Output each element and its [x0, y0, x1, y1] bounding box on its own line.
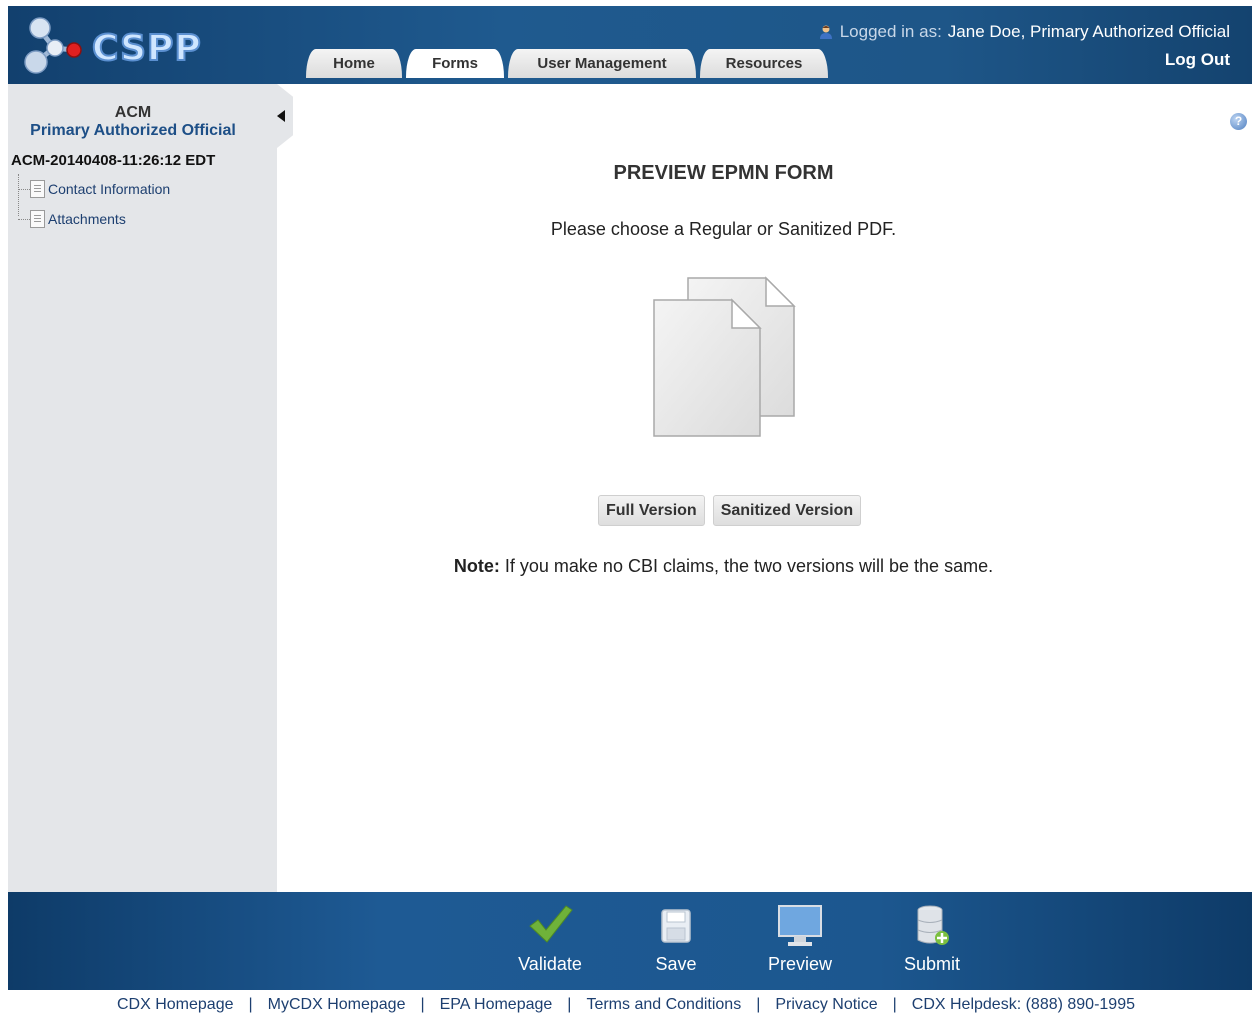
collapse-left-icon[interactable] — [277, 110, 285, 122]
save-label: Save — [655, 954, 697, 974]
tab-resources[interactable]: Resources — [700, 49, 828, 78]
user-name: Jane Doe, Primary Authorized Official — [947, 22, 1230, 41]
footer-separator: | — [567, 996, 572, 1013]
instructions-text: Please choose a Regular or Sanitized PDF… — [550, 219, 897, 239]
submit-button[interactable]: Submit — [887, 900, 977, 975]
footer-link-epa-homepage[interactable]: EPA Homepage — [440, 996, 553, 1013]
footer-link-terms[interactable]: Terms and Conditions — [586, 996, 741, 1013]
sidebar-item-attachments[interactable]: Attachments — [16, 204, 170, 234]
note-text: If you make no CBI claims, the two versi… — [499, 556, 994, 576]
footer-link-privacy[interactable]: Privacy Notice — [775, 996, 877, 1013]
validate-label: Validate — [518, 954, 582, 974]
note-label: Note: — [453, 556, 500, 576]
full-version-button[interactable]: Full Version — [598, 495, 705, 526]
footer-link-helpdesk[interactable]: CDX Helpdesk: (888) 890-1995 — [912, 996, 1135, 1013]
save-button[interactable]: Save — [631, 900, 721, 975]
form-navigation-sidebar: ACM Primary Authorized Official ACM-2014… — [8, 84, 277, 892]
footer-separator: | — [756, 996, 761, 1013]
page-title: PREVIEW EPMN FORM — [613, 162, 834, 184]
tree-branch — [18, 188, 30, 190]
document-icon — [30, 180, 45, 198]
logo-text: CSPP — [91, 27, 202, 70]
sidebar-item-contact-information[interactable]: Contact Information — [16, 174, 170, 204]
submission-id: ACM-20140408-11:26:12 EDT — [11, 152, 216, 169]
sidebar-item-label: Attachments — [48, 211, 126, 227]
tab-home[interactable]: Home — [306, 49, 402, 78]
floppy-disk-icon — [661, 909, 691, 943]
monitor-icon — [778, 905, 822, 946]
logout-link[interactable]: Log Out — [1165, 50, 1230, 70]
preview-button[interactable]: Preview — [755, 900, 845, 975]
footer-link-cdx-homepage[interactable]: CDX Homepage — [117, 996, 234, 1013]
molecule-icon — [24, 17, 82, 74]
validate-button[interactable]: Validate — [505, 900, 595, 975]
footer-separator: | — [892, 996, 897, 1013]
footer-separator: | — [248, 996, 253, 1013]
cspp-logo[interactable]: CSPP — [22, 14, 212, 76]
footer-link-mycdx-homepage[interactable]: MyCDX Homepage — [268, 996, 406, 1013]
tab-forms[interactable]: Forms — [406, 49, 504, 78]
sidebar-item-label: Contact Information — [48, 181, 171, 197]
action-bar: Validate Save Preview Submit — [8, 892, 1252, 990]
tab-user-management[interactable]: User Management — [508, 49, 696, 78]
section-tree: Contact Information Attachments — [16, 174, 170, 234]
checkmark-icon — [529, 905, 573, 943]
version-buttons: Full Version Sanitized Version — [598, 495, 862, 526]
footer-separator: | — [420, 996, 425, 1013]
main-tabs: Home Forms User Management Resources — [306, 49, 832, 78]
documents-icon — [653, 276, 796, 437]
document-icon — [30, 210, 45, 228]
logged-in-label: Logged in as: — [839, 22, 942, 41]
tree-branch — [18, 218, 30, 220]
submit-label: Submit — [903, 954, 961, 974]
preview-label: Preview — [767, 954, 833, 974]
logged-in-info: Logged in as: Jane Doe, Primary Authoriz… — [818, 22, 1230, 42]
user-icon — [819, 25, 832, 39]
database-add-icon — [917, 905, 949, 945]
footer-links: CDX Homepage | MyCDX Homepage | EPA Homepage… — [0, 996, 1252, 1014]
sidebar-role: Primary Authorized Official — [30, 122, 236, 139]
cbi-note: Note: If you make no CBI claims, the two… — [277, 556, 1170, 577]
sidebar-org-title: ACM — [114, 104, 152, 121]
sanitized-version-button[interactable]: Sanitized Version — [712, 495, 862, 526]
help-icon[interactable]: ? — [1230, 113, 1247, 130]
